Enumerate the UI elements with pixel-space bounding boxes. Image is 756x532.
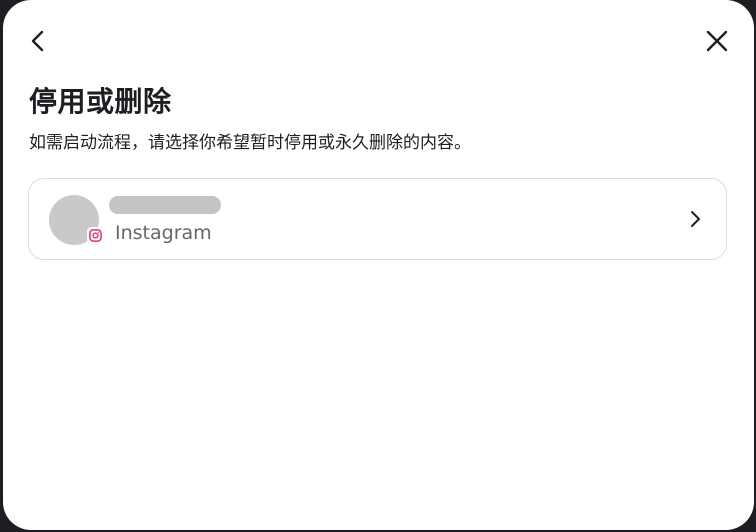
account-card-instagram[interactable]: Instagram xyxy=(28,178,727,260)
close-icon xyxy=(706,30,728,52)
account-name xyxy=(109,196,221,214)
deactivate-delete-dialog: 停用或删除 如需启动流程，请选择你希望暂时停用或永久删除的内容。 Instagr… xyxy=(3,0,754,530)
chevron-right-icon xyxy=(684,208,706,230)
instagram-icon xyxy=(87,227,103,243)
dialog-subtitle: 如需启动流程，请选择你希望暂时停用或永久删除的内容。 xyxy=(29,133,471,153)
dialog-title: 停用或删除 xyxy=(29,85,172,118)
close-button[interactable] xyxy=(702,26,732,56)
back-button[interactable] xyxy=(23,26,53,56)
chevron-left-icon xyxy=(31,30,44,52)
account-platform-label: Instagram xyxy=(115,222,212,244)
